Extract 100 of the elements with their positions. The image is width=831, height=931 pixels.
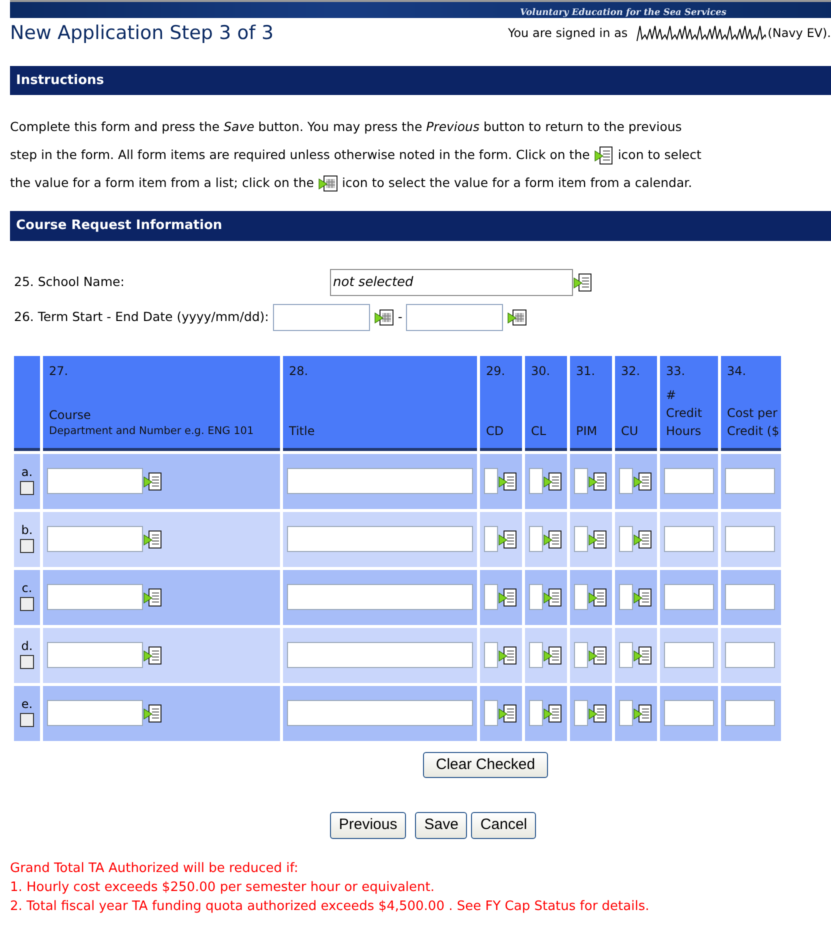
signed-in-label: You are signed in as bbox=[508, 25, 628, 42]
date-field[interactable] bbox=[272, 304, 370, 330]
column-title: Title bbox=[289, 422, 316, 440]
column-number: 28. bbox=[289, 362, 310, 380]
column-title: CL bbox=[531, 422, 548, 440]
warning-text: 1. Hourly cost exceeds $250.00 per semester hour or equivalent. bbox=[10, 878, 436, 896]
input-field[interactable] bbox=[664, 468, 714, 494]
instructions-text: icon to select the value for a form item from a calendar. bbox=[342, 174, 692, 192]
column-number: 31. bbox=[576, 362, 596, 380]
column-title: CD bbox=[486, 422, 505, 440]
list-icon[interactable] bbox=[633, 472, 653, 490]
input-field[interactable] bbox=[619, 584, 633, 610]
input-field[interactable] bbox=[484, 526, 498, 552]
date-field[interactable] bbox=[406, 304, 504, 330]
list-icon[interactable] bbox=[543, 646, 563, 664]
input-field[interactable] bbox=[47, 700, 143, 726]
school-name-field[interactable]: not selected bbox=[330, 268, 573, 296]
list-icon[interactable] bbox=[588, 472, 608, 490]
list-icon[interactable] bbox=[588, 530, 608, 548]
field-label: 25. School Name: bbox=[14, 272, 126, 291]
row-label: e. bbox=[20, 696, 34, 712]
list-icon[interactable] bbox=[498, 530, 518, 548]
list-icon[interactable] bbox=[143, 646, 163, 664]
input-field[interactable] bbox=[529, 642, 543, 668]
list-icon[interactable] bbox=[633, 704, 653, 722]
row-checkbox[interactable] bbox=[20, 480, 34, 494]
nav-button[interactable]: Save bbox=[415, 812, 468, 838]
list-icon[interactable] bbox=[573, 272, 593, 292]
input-field[interactable] bbox=[47, 584, 143, 610]
list-icon[interactable] bbox=[543, 704, 563, 722]
input-field[interactable] bbox=[574, 700, 588, 726]
input-field[interactable] bbox=[287, 584, 473, 610]
input-field[interactable] bbox=[47, 526, 143, 552]
list-icon[interactable] bbox=[498, 472, 518, 490]
list-icon[interactable] bbox=[588, 646, 608, 664]
list-icon[interactable] bbox=[143, 704, 163, 722]
list-icon[interactable] bbox=[498, 588, 518, 606]
calendar-icon[interactable] bbox=[374, 308, 394, 326]
row-label: d. bbox=[20, 638, 34, 654]
input-field[interactable] bbox=[287, 468, 473, 494]
input-field[interactable] bbox=[574, 468, 588, 494]
input-field[interactable] bbox=[574, 526, 588, 552]
input-field[interactable] bbox=[664, 584, 714, 610]
input-field[interactable] bbox=[287, 526, 473, 552]
input-field[interactable] bbox=[725, 700, 775, 726]
list-icon[interactable] bbox=[633, 588, 653, 606]
nav-button[interactable]: Previous bbox=[330, 812, 406, 838]
list-icon[interactable] bbox=[143, 588, 163, 606]
input-field[interactable] bbox=[47, 642, 143, 668]
row-checkbox[interactable] bbox=[20, 596, 34, 610]
list-icon[interactable] bbox=[543, 472, 563, 490]
input-field[interactable] bbox=[574, 642, 588, 668]
input-field[interactable] bbox=[619, 700, 633, 726]
list-icon[interactable] bbox=[498, 646, 518, 664]
row-label: c. bbox=[20, 580, 34, 596]
input-field[interactable] bbox=[484, 584, 498, 610]
input-field[interactable] bbox=[725, 584, 775, 610]
input-field[interactable] bbox=[484, 468, 498, 494]
field-label: 26. Term Start - End Date (yyyy/mm/dd): bbox=[14, 308, 269, 326]
input-field[interactable] bbox=[484, 700, 498, 726]
input-field[interactable] bbox=[619, 526, 633, 552]
input-field[interactable] bbox=[574, 584, 588, 610]
input-field[interactable] bbox=[529, 584, 543, 610]
column-number: 32. bbox=[621, 362, 642, 380]
row-checkbox[interactable] bbox=[20, 538, 34, 552]
calendar-icon[interactable] bbox=[318, 174, 338, 192]
input-field[interactable] bbox=[529, 700, 543, 726]
input-field[interactable] bbox=[287, 700, 473, 726]
clear-checked-button[interactable]: Clear Checked bbox=[422, 752, 548, 778]
input-field[interactable] bbox=[664, 526, 714, 552]
input-field[interactable] bbox=[484, 642, 498, 668]
list-icon[interactable] bbox=[498, 704, 518, 722]
input-field[interactable] bbox=[725, 642, 775, 668]
input-field[interactable] bbox=[664, 642, 714, 668]
list-icon[interactable] bbox=[588, 704, 608, 722]
list-icon[interactable] bbox=[594, 146, 614, 164]
list-icon[interactable] bbox=[543, 588, 563, 606]
list-icon[interactable] bbox=[543, 530, 563, 548]
input-field[interactable] bbox=[287, 642, 473, 668]
list-icon[interactable] bbox=[633, 646, 653, 664]
row-label: a. bbox=[20, 464, 34, 480]
input-field[interactable] bbox=[619, 642, 633, 668]
input-field[interactable] bbox=[725, 526, 775, 552]
input-field[interactable] bbox=[47, 468, 143, 494]
list-icon[interactable] bbox=[633, 530, 653, 548]
input-field[interactable] bbox=[725, 468, 775, 494]
input-field[interactable] bbox=[529, 468, 543, 494]
input-field[interactable] bbox=[664, 700, 714, 726]
list-icon[interactable] bbox=[588, 588, 608, 606]
calendar-icon[interactable] bbox=[507, 308, 528, 326]
list-icon[interactable] bbox=[143, 472, 163, 490]
input-field[interactable] bbox=[619, 468, 633, 494]
column-number: 30. bbox=[531, 362, 552, 380]
list-icon[interactable] bbox=[143, 530, 163, 548]
warning-text: Grand Total TA Authorized will be reduced if: bbox=[10, 860, 300, 878]
column-title: Hours bbox=[666, 422, 702, 440]
row-checkbox[interactable] bbox=[20, 654, 34, 668]
nav-button[interactable]: Cancel bbox=[471, 812, 536, 838]
row-checkbox[interactable] bbox=[20, 712, 34, 726]
input-field[interactable] bbox=[529, 526, 543, 552]
